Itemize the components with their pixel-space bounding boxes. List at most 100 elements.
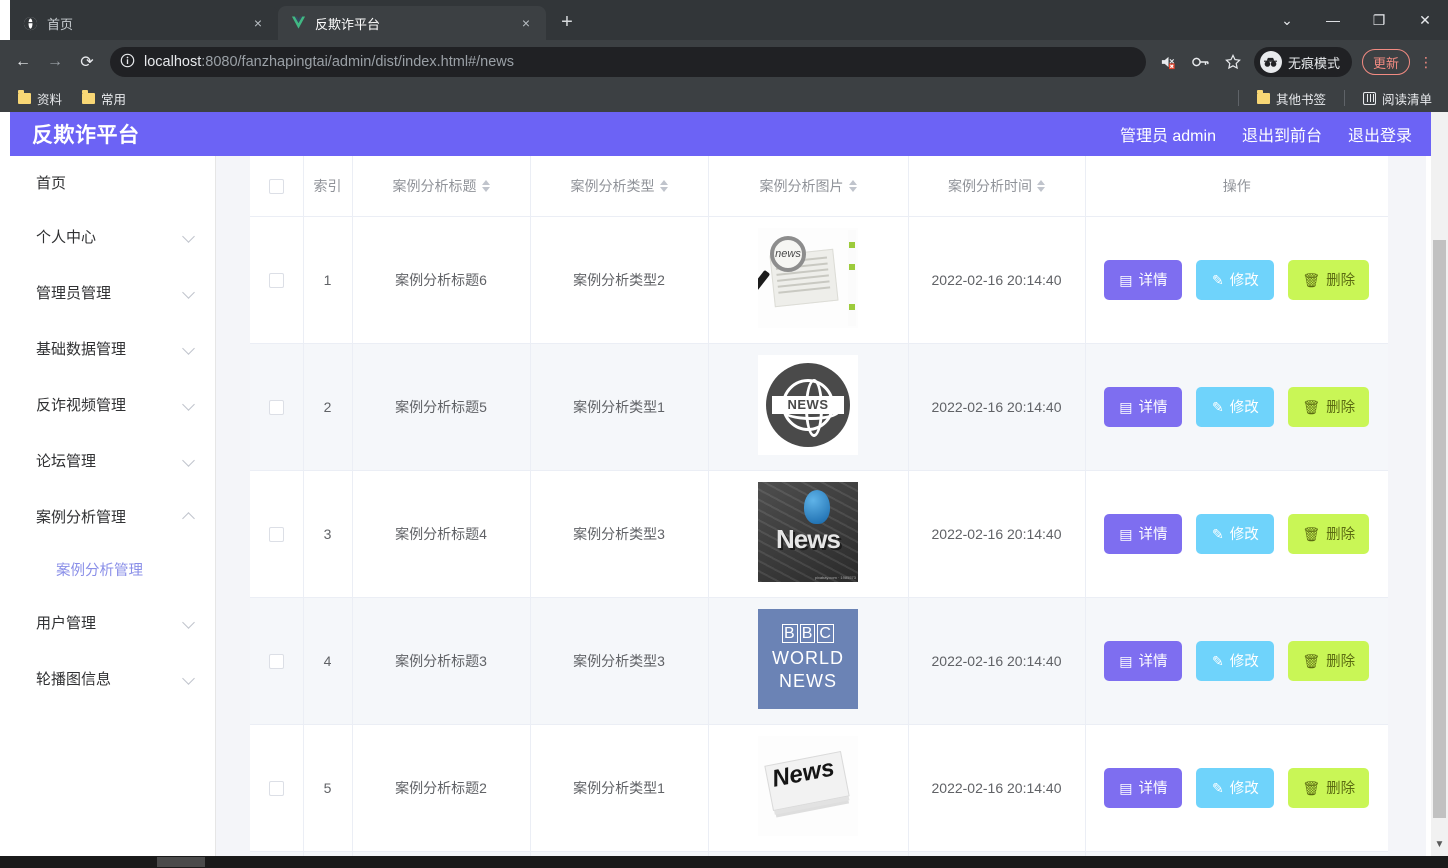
- vertical-scrollbar[interactable]: ▼: [1431, 112, 1448, 856]
- sort-icon[interactable]: [1037, 179, 1045, 192]
- sidebar-item-carousel[interactable]: 轮播图信息: [10, 650, 215, 706]
- delete-button[interactable]: 🗑 删除: [1288, 513, 1370, 554]
- bbc-b1: B: [782, 624, 798, 643]
- cell-image[interactable]: NEWS: [708, 343, 909, 471]
- row-checkbox[interactable]: [268, 653, 284, 669]
- th-select-all[interactable]: [250, 156, 304, 217]
- cell-checkbox[interactable]: [250, 216, 304, 344]
- header-link-admin[interactable]: 管理员 admin: [1120, 122, 1216, 146]
- back-button[interactable]: ←: [8, 47, 38, 77]
- header-link-logout[interactable]: 退出登录: [1348, 122, 1412, 146]
- horizontal-scrollbar-thumb[interactable]: [157, 857, 205, 867]
- address-bar[interactable]: localhost:8080/fanzhapingtai/admin/dist/…: [110, 47, 1146, 77]
- minimize-button[interactable]: —: [1310, 0, 1356, 40]
- th-title[interactable]: 案例分析标题: [352, 156, 531, 217]
- detail-button[interactable]: ▤ 详情: [1104, 386, 1183, 427]
- close-icon[interactable]: ×: [516, 13, 536, 33]
- speaker-muted-icon[interactable]: [1154, 47, 1184, 77]
- info-circle-icon[interactable]: [120, 53, 136, 72]
- cell-image[interactable]: News: [708, 724, 909, 852]
- scroll-down-arrow-icon[interactable]: ▼: [1431, 839, 1448, 850]
- sidebar-item-forum[interactable]: 论坛管理: [10, 432, 215, 488]
- sidebar-item-admin-manage[interactable]: 管理员管理: [10, 264, 215, 320]
- incognito-indicator[interactable]: 无痕模式: [1253, 47, 1352, 77]
- detail-button[interactable]: ▤ 详情: [1104, 640, 1183, 681]
- bbc-world-news-thumb[interactable]: BBC WORLD NEWS: [758, 609, 858, 709]
- delete-button[interactable]: 🗑 删除: [1288, 767, 1370, 808]
- table-row[interactable]: 4 案例分析标题3 案例分析类型3 BBC WORLD NEWS 2022-02: [250, 597, 1388, 725]
- table-row[interactable]: 5 案例分析标题2 案例分析类型1 News 2022-02-16 20:14:…: [250, 724, 1388, 852]
- th-image[interactable]: 案例分析图片: [708, 156, 909, 217]
- bookmark-ziliao[interactable]: 资料: [10, 86, 70, 111]
- reading-list-label: 阅读清单: [1381, 92, 1432, 107]
- chevron-down-icon: [183, 616, 195, 628]
- cell-title: 案例分析标题4: [352, 470, 531, 598]
- new-tab-button[interactable]: +: [552, 7, 582, 37]
- delete-button[interactable]: 🗑 删除: [1288, 259, 1370, 300]
- news-globe-thumb[interactable]: NEWS: [758, 355, 858, 455]
- cell-checkbox[interactable]: [250, 470, 304, 598]
- cell-checkbox[interactable]: [250, 343, 304, 471]
- table-row[interactable]: 2 案例分析标题5 案例分析类型1 NEWS 2022-02-16 20:14:…: [250, 343, 1388, 471]
- browser-menu-button[interactable]: ⋮: [1412, 47, 1440, 77]
- select-all-checkbox[interactable]: [268, 179, 284, 195]
- th-time[interactable]: 案例分析时间: [908, 156, 1086, 217]
- table-row[interactable]: 1 案例分析标题6 案例分析类型2 news 2022-02-16 20:14:…: [250, 216, 1388, 344]
- edit-button[interactable]: ✎ 修改: [1196, 513, 1275, 554]
- edit-button[interactable]: ✎ 修改: [1196, 640, 1275, 681]
- close-icon[interactable]: ×: [248, 13, 268, 33]
- sidebar-item-label: 案例分析管理: [36, 508, 127, 526]
- browser-tab-fanzha[interactable]: 反欺诈平台 ×: [278, 6, 546, 40]
- th-index: 索引: [303, 156, 353, 217]
- sidebar-item-antifraud-video[interactable]: 反诈视频管理: [10, 376, 215, 432]
- table-row[interactable]: 3 案例分析标题4 案例分析类型3 News pixabay.com · 198…: [250, 470, 1388, 598]
- other-bookmarks-button[interactable]: 其他书签: [1249, 86, 1334, 111]
- bookmark-changyong[interactable]: 常用: [74, 86, 134, 111]
- cell-checkbox[interactable]: [250, 724, 304, 852]
- row-checkbox[interactable]: [268, 272, 284, 288]
- sort-icon[interactable]: [481, 179, 490, 192]
- maximize-button[interactable]: ❐: [1356, 0, 1402, 40]
- vertical-scrollbar-thumb[interactable]: [1433, 240, 1446, 818]
- edit-button[interactable]: ✎ 修改: [1196, 767, 1275, 808]
- forward-button[interactable]: →: [40, 47, 70, 77]
- reading-list-button[interactable]: 阅读清单: [1355, 86, 1440, 111]
- sidebar-subitem-case-analysis[interactable]: 案例分析管理: [10, 544, 215, 594]
- th-type[interactable]: 案例分析类型: [530, 156, 709, 217]
- sidebar-item-personal-center[interactable]: 个人中心: [10, 208, 215, 264]
- key-icon[interactable]: [1186, 47, 1216, 77]
- news-dark-thumb[interactable]: News pixabay.com · 1985573: [758, 482, 858, 582]
- cell-image[interactable]: BBC WORLD NEWS: [708, 597, 909, 725]
- detail-button[interactable]: ▤ 详情: [1104, 767, 1183, 808]
- sidebar-item-home[interactable]: 首页: [10, 156, 215, 208]
- sort-icon[interactable]: [848, 179, 857, 192]
- delete-button[interactable]: 🗑 删除: [1288, 640, 1370, 681]
- document-icon: ▤: [1119, 271, 1133, 288]
- edit-label: 修改: [1229, 781, 1259, 797]
- close-window-button[interactable]: ✕: [1402, 0, 1448, 40]
- cell-checkbox[interactable]: [250, 597, 304, 725]
- browser-tab-home[interactable]: 首页 ×: [10, 6, 278, 40]
- edit-button[interactable]: ✎ 修改: [1196, 259, 1275, 300]
- sidebar-item-case-analysis[interactable]: 案例分析管理: [10, 488, 215, 544]
- cell-title: 案例分析标题6: [352, 216, 531, 344]
- row-checkbox[interactable]: [268, 780, 284, 796]
- news-magnifier-thumb[interactable]: news: [758, 228, 858, 328]
- update-button[interactable]: 更新: [1361, 49, 1410, 75]
- reload-button[interactable]: ⟳: [72, 47, 102, 77]
- edit-button[interactable]: ✎ 修改: [1196, 386, 1275, 427]
- detail-button[interactable]: ▤ 详情: [1104, 513, 1183, 554]
- news-paper-thumb[interactable]: News: [758, 736, 858, 836]
- detail-button[interactable]: ▤ 详情: [1104, 259, 1183, 300]
- header-link-to-frontend[interactable]: 退出到前台: [1242, 122, 1322, 146]
- cell-image[interactable]: News pixabay.com · 1985573: [708, 470, 909, 598]
- sidebar-item-user-manage[interactable]: 用户管理: [10, 594, 215, 650]
- star-icon[interactable]: [1218, 47, 1248, 77]
- cell-image[interactable]: news: [708, 216, 909, 344]
- sort-icon[interactable]: [659, 179, 668, 192]
- row-checkbox[interactable]: [268, 526, 284, 542]
- sidebar-item-basic-data[interactable]: 基础数据管理: [10, 320, 215, 376]
- row-checkbox[interactable]: [268, 399, 284, 415]
- delete-button[interactable]: 🗑 删除: [1288, 386, 1370, 427]
- chevron-down-icon[interactable]: ⌄: [1264, 0, 1310, 40]
